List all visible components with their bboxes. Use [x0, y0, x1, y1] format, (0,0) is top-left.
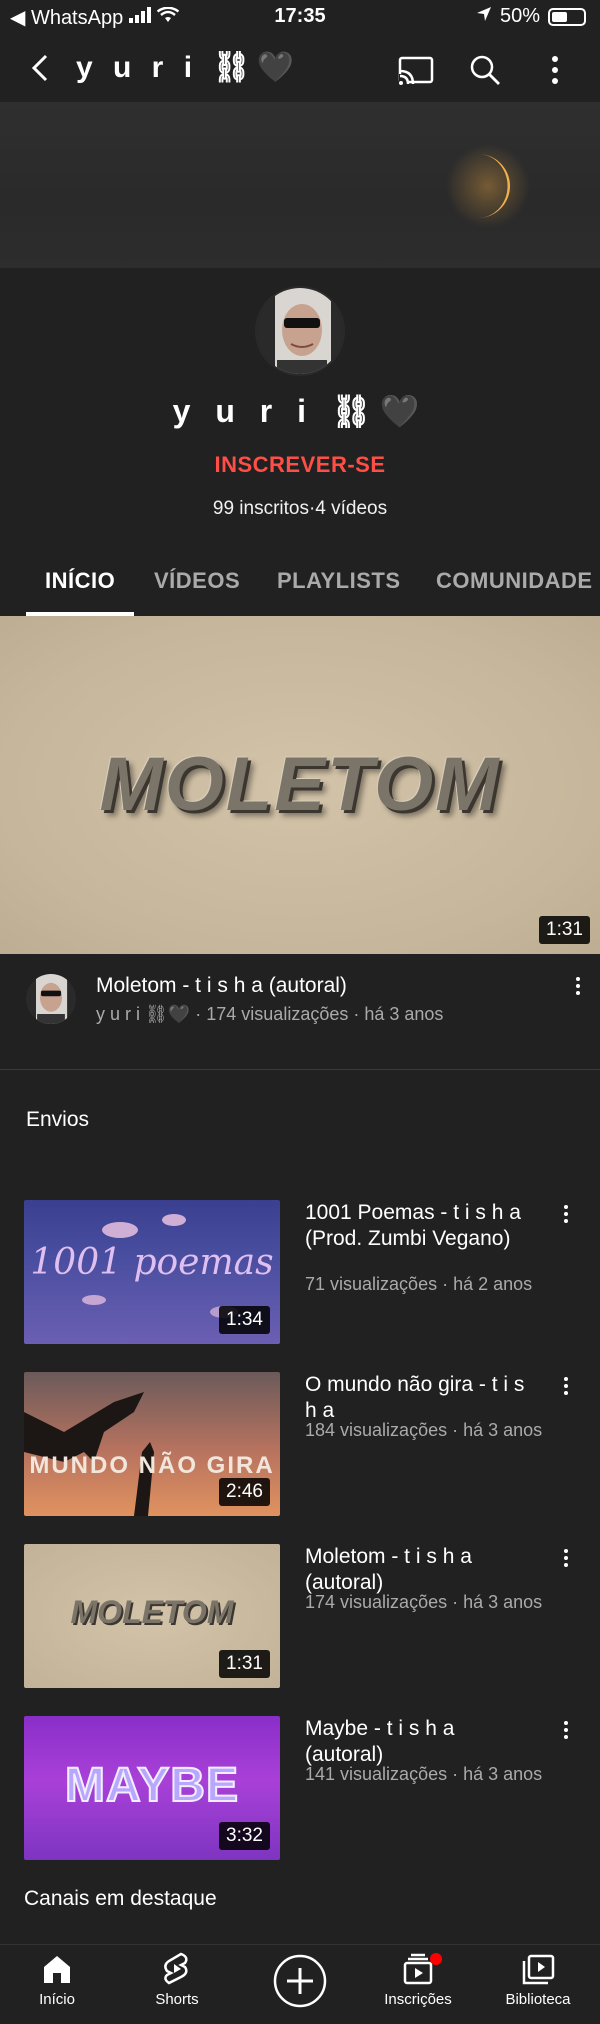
- status-right: 50%: [476, 5, 586, 28]
- cast-icon[interactable]: [396, 50, 436, 90]
- duration-badge: 1:31: [539, 916, 590, 944]
- list-item[interactable]: MOLETOM 1:31 Moletom - t i s h a (autora…: [0, 1544, 600, 1690]
- duration-badge: 1:31: [219, 1650, 270, 1678]
- nav-label-subscriptions: Inscrições: [384, 1991, 452, 2008]
- shorts-icon: [164, 1952, 188, 1985]
- list-item[interactable]: 1001 poemas 1:34 1001 Poemas - t i s h a…: [0, 1200, 600, 1346]
- location-icon: [476, 5, 492, 28]
- more-vert-icon[interactable]: [556, 1718, 576, 1748]
- tab-inicio[interactable]: INÍCIO: [45, 568, 115, 594]
- thumb-text: MAYBE: [64, 1758, 239, 1813]
- video-meta: 141 visualizações · há 3 anos: [305, 1764, 543, 1784]
- featured-thumb-text: MOLETOM: [99, 742, 501, 827]
- list-item[interactable]: MUNDO NÃO GIRA 2:46 O mundo não gira - t…: [0, 1372, 600, 1518]
- app-bar-title: y u r i ⛓🖤: [76, 51, 300, 84]
- video-meta: 174 visualizações · há 3 anos: [305, 1592, 543, 1612]
- video-thumbnail[interactable]: MUNDO NÃO GIRA 2:46: [24, 1372, 280, 1516]
- nav-item-subscriptions[interactable]: Inscrições: [368, 1951, 468, 2008]
- video-title[interactable]: Moletom - t i s h a (autoral): [305, 1544, 527, 1596]
- more-vert-icon[interactable]: [568, 974, 588, 1004]
- featured-video-info[interactable]: Moletom - t i s h a (autoral) y u r i ⛓🖤…: [0, 954, 600, 1070]
- tab-playlists[interactable]: PLAYLISTS: [277, 568, 401, 594]
- section-title-uploads[interactable]: Envios: [26, 1108, 89, 1132]
- list-item[interactable]: MAYBE 3:32 Maybe - t i s h a (autoral) 1…: [0, 1716, 600, 1862]
- video-title[interactable]: Maybe - t i s h a (autoral): [305, 1716, 527, 1768]
- video-thumbnail[interactable]: MAYBE 3:32: [24, 1716, 280, 1860]
- more-vert-icon[interactable]: [556, 1546, 576, 1576]
- nav-item-shorts[interactable]: Shorts: [127, 1951, 227, 2008]
- battery-percent: 50%: [499, 5, 540, 27]
- video-thumbnail[interactable]: MOLETOM 1:31: [24, 1544, 280, 1688]
- moon-icon: [446, 144, 530, 228]
- app-bar: y u r i ⛓🖤: [0, 36, 600, 102]
- channel-stats: 99 inscritos·4 vídeos: [212, 498, 388, 519]
- search-icon[interactable]: [465, 50, 505, 90]
- thumb-text: 1001 poemas: [30, 1242, 274, 1283]
- nav-label-library: Biblioteca: [505, 1991, 571, 2008]
- featured-video-thumbnail[interactable]: MOLETOM 1:31: [0, 616, 600, 954]
- section-title-featured-channels: Canais em destaque: [24, 1887, 217, 1910]
- video-title[interactable]: O mundo não gira - t i s h a: [305, 1372, 527, 1424]
- thumb-text: MOLETOM: [70, 1594, 234, 1630]
- video-thumbnail[interactable]: 1001 poemas 1:34: [24, 1200, 280, 1344]
- nav-item-home[interactable]: Início: [7, 1951, 107, 2008]
- duration-badge: 3:32: [219, 1822, 270, 1850]
- featured-video-meta: y u r i ⛓🖤 · 174 visualizações · há 3 an…: [96, 1004, 444, 1024]
- notification-dot: [430, 1953, 442, 1965]
- more-vert-icon[interactable]: [556, 1202, 576, 1232]
- tab-videos[interactable]: VÍDEOS: [154, 568, 240, 594]
- avatar[interactable]: [26, 974, 76, 1024]
- subscribe-button[interactable]: INSCREVER-SE: [0, 452, 600, 478]
- back-icon[interactable]: [22, 50, 58, 86]
- home-icon: [44, 1956, 70, 1983]
- channel-name: y u r i ⛓🖤: [172, 393, 428, 429]
- nav-item-library[interactable]: Biblioteca: [488, 1951, 588, 2008]
- featured-video-title[interactable]: Moletom - t i s h a (autoral): [96, 974, 347, 998]
- tab-comunidade[interactable]: COMUNIDADE: [436, 568, 593, 594]
- battery-icon: [548, 7, 586, 26]
- bottom-navigation: Início Shorts Inscrições Biblioteca: [0, 1944, 600, 2024]
- video-meta: 184 visualizações · há 3 anos: [305, 1420, 543, 1440]
- thumb-text: MUNDO NÃO GIRA: [29, 1452, 275, 1479]
- channel-tabs: INÍCIO VÍDEOS PLAYLISTS COMUNIDADE: [0, 558, 600, 616]
- create-icon: [273, 1954, 327, 2008]
- nav-item-create[interactable]: [250, 1953, 350, 2009]
- duration-badge: 2:46: [219, 1478, 270, 1506]
- library-icon: [522, 1954, 555, 1985]
- more-vert-icon[interactable]: [535, 50, 575, 90]
- status-bar: ◀ WhatsApp 17:35 50%: [0, 0, 600, 36]
- nav-label-shorts: Shorts: [155, 1991, 199, 2008]
- channel-avatar[interactable]: [255, 286, 345, 376]
- video-meta: 71 visualizações · há 2 anos: [305, 1274, 533, 1294]
- duration-badge: 1:34: [219, 1306, 270, 1334]
- channel-banner: [0, 102, 600, 268]
- video-title[interactable]: 1001 Poemas - t i s h a (Prod. Zumbi Veg…: [305, 1200, 527, 1252]
- more-vert-icon[interactable]: [556, 1374, 576, 1404]
- nav-label-home: Início: [39, 1991, 75, 2008]
